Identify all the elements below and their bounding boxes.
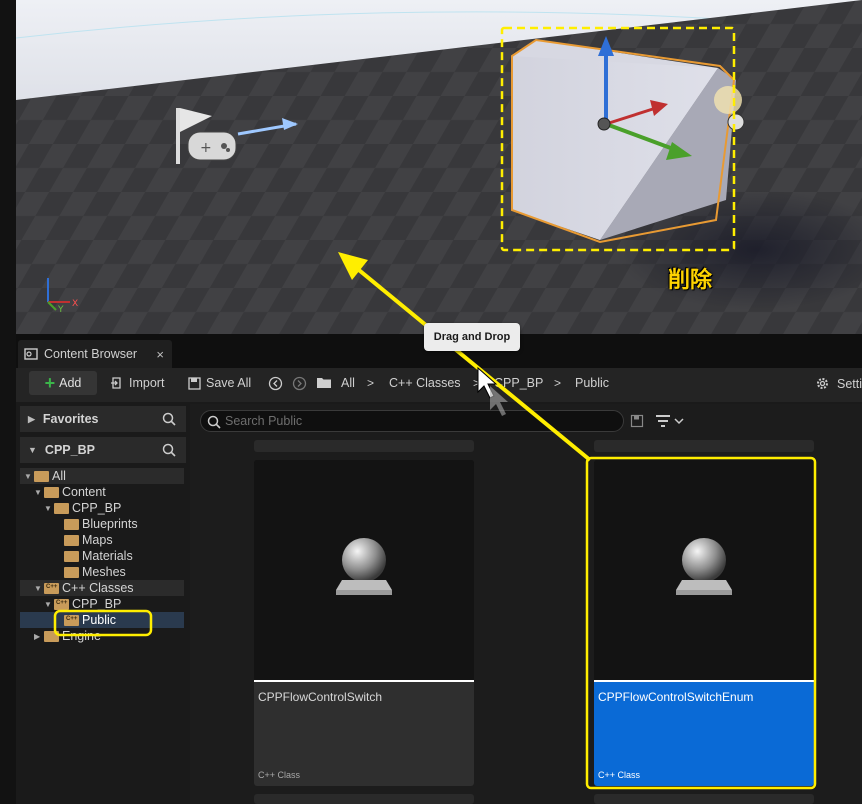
asset-tile-partial[interactable] (594, 794, 814, 804)
search-placeholder: Search Public (225, 414, 303, 428)
asset-info: CPPFlowControlSwitch C++ Class (254, 682, 474, 786)
tree-item-all[interactable]: ▼ All (24, 468, 66, 484)
breadcrumb-separator[interactable]: > (554, 376, 561, 390)
asset-tile-partial[interactable] (254, 440, 474, 452)
settings-button[interactable]: Setti (815, 376, 862, 391)
breadcrumb-cpp-classes-label: C++ Classes (389, 376, 461, 390)
breadcrumb-separator[interactable]: > (473, 376, 480, 390)
content-browser-panel: Content Browser × + Add Import Save All (16, 334, 862, 804)
favorites-section-header[interactable]: ▶ Favorites (20, 406, 186, 432)
asset-name: CPPFlowControlSwitch (258, 690, 383, 704)
gear-icon (817, 378, 828, 389)
tree-item-cpp-bp[interactable]: ▼ CPP_BP (44, 500, 121, 516)
asset-tile-partial[interactable] (594, 440, 814, 452)
filter-icon[interactable] (654, 413, 686, 429)
asset-tile-selected[interactable]: CPPFlowControlSwitchEnum C++ Class (594, 460, 814, 786)
cpp-folder-icon (64, 614, 79, 626)
asset-type: C++ Class (598, 770, 641, 780)
project-label: CPP_BP (44, 443, 95, 457)
add-label: Add (59, 376, 82, 390)
collapse-arrow-icon: ▼ (28, 445, 37, 455)
folder-icon (54, 502, 69, 514)
asset-type: C++ Class (258, 770, 301, 780)
svg-text:Y: Y (57, 305, 64, 315)
tree-item-engine[interactable]: ▶ Engine (34, 628, 101, 644)
search-icon[interactable] (162, 412, 176, 426)
class-sphere-icon (336, 538, 392, 595)
content-browser-icon (24, 348, 38, 360)
asset-tile[interactable]: CPPFlowControlSwitch C++ Class (254, 460, 474, 786)
folder-icon-button[interactable] (316, 376, 332, 389)
plus-icon: + (44, 373, 56, 393)
tree-item-maps[interactable]: Maps (64, 532, 113, 548)
save-all-label: Save All (206, 376, 252, 390)
favorites-label: Favorites (42, 412, 99, 426)
drag-and-drop-tooltip: Drag and Drop (424, 323, 520, 351)
tree-item-content[interactable]: ▼ Content (34, 484, 106, 500)
history-back-button[interactable] (268, 376, 283, 391)
svg-text:+: + (200, 140, 212, 156)
project-section-header[interactable]: ▼ CPP_BP (20, 437, 186, 463)
folder-icon (64, 518, 79, 530)
folder-icon (64, 566, 79, 578)
toolbar: + Add Import Save All All > C++ Classes … (16, 368, 862, 402)
save-icon (188, 376, 201, 390)
tab-content-browser[interactable]: Content Browser × (18, 340, 172, 368)
asset-thumbnail (254, 460, 474, 680)
svg-text:X: X (72, 299, 78, 309)
folder-icon (64, 534, 79, 546)
folder-icon (64, 550, 79, 562)
breadcrumb-separator[interactable]: > (367, 376, 374, 390)
search-input[interactable]: Search Public (200, 410, 624, 432)
asset-name: CPPFlowControlSwitchEnum (598, 690, 754, 704)
history-forward-button[interactable] (292, 376, 307, 391)
class-sphere-icon (676, 538, 732, 595)
save-search-icon[interactable] (630, 414, 644, 428)
breadcrumb-all-label: All (341, 376, 355, 390)
folder-icon (317, 378, 331, 388)
save-all-button[interactable]: Save All (188, 376, 251, 390)
close-icon[interactable]: × (156, 347, 164, 362)
forward-arrow-icon (292, 376, 307, 391)
level-viewport[interactable]: + X Y 削除 (16, 0, 862, 334)
breadcrumb-cpp-bp[interactable]: CPP_BP (494, 376, 543, 390)
folder-icon (34, 470, 49, 482)
import-icon (111, 377, 121, 389)
viewport-scene: + X Y (16, 0, 862, 334)
breadcrumb-public[interactable]: Public (575, 376, 609, 390)
delete-annotation-label: 削除 (668, 268, 713, 293)
breadcrumb-public-label: Public (575, 376, 610, 390)
tree-item-meshes[interactable]: Meshes (64, 564, 126, 580)
sources-panel: ▶ Favorites ▼ CPP_BP ▼ All ▼ Content ▼ CPP_… (20, 404, 186, 804)
search-icon[interactable] (162, 443, 176, 457)
left-edge-strip (0, 0, 16, 804)
breadcrumb-cpp-classes[interactable]: C++ Classes (389, 376, 461, 390)
asset-view: Search Public CPPFlowControlSwitch C++ C… (190, 404, 862, 804)
asset-info: CPPFlowControlSwitchEnum C++ Class (594, 682, 814, 786)
tree-item-cpp-classes[interactable]: ▼C++ Classes (34, 580, 134, 596)
asset-thumbnail (594, 460, 814, 680)
folder-icon (44, 486, 59, 498)
breadcrumb-all[interactable]: All (341, 376, 355, 390)
import-button[interactable]: Import (110, 376, 164, 390)
tree-item-public[interactable]: Public (64, 612, 116, 628)
breadcrumb-cpp-bp-label: CPP_BP (494, 376, 544, 390)
cpp-folder-icon (44, 582, 59, 594)
tree-item-blueprints[interactable]: Blueprints (64, 516, 138, 532)
folder-icon (44, 630, 59, 642)
tree-item-materials[interactable]: Materials (64, 548, 133, 564)
search-icon (207, 415, 221, 429)
expand-arrow-icon: ▶ (28, 413, 35, 424)
import-label: Import (129, 376, 165, 390)
add-button[interactable]: + Add (29, 371, 97, 395)
cpp-folder-icon (54, 598, 69, 610)
asset-tile-partial[interactable] (254, 794, 474, 804)
settings-label: Setti (837, 376, 862, 391)
back-arrow-icon (268, 376, 283, 391)
tree-item-cpp-bp-classes[interactable]: ▼CPP_BP (44, 596, 121, 612)
tab-label: Content Browser (44, 347, 138, 361)
